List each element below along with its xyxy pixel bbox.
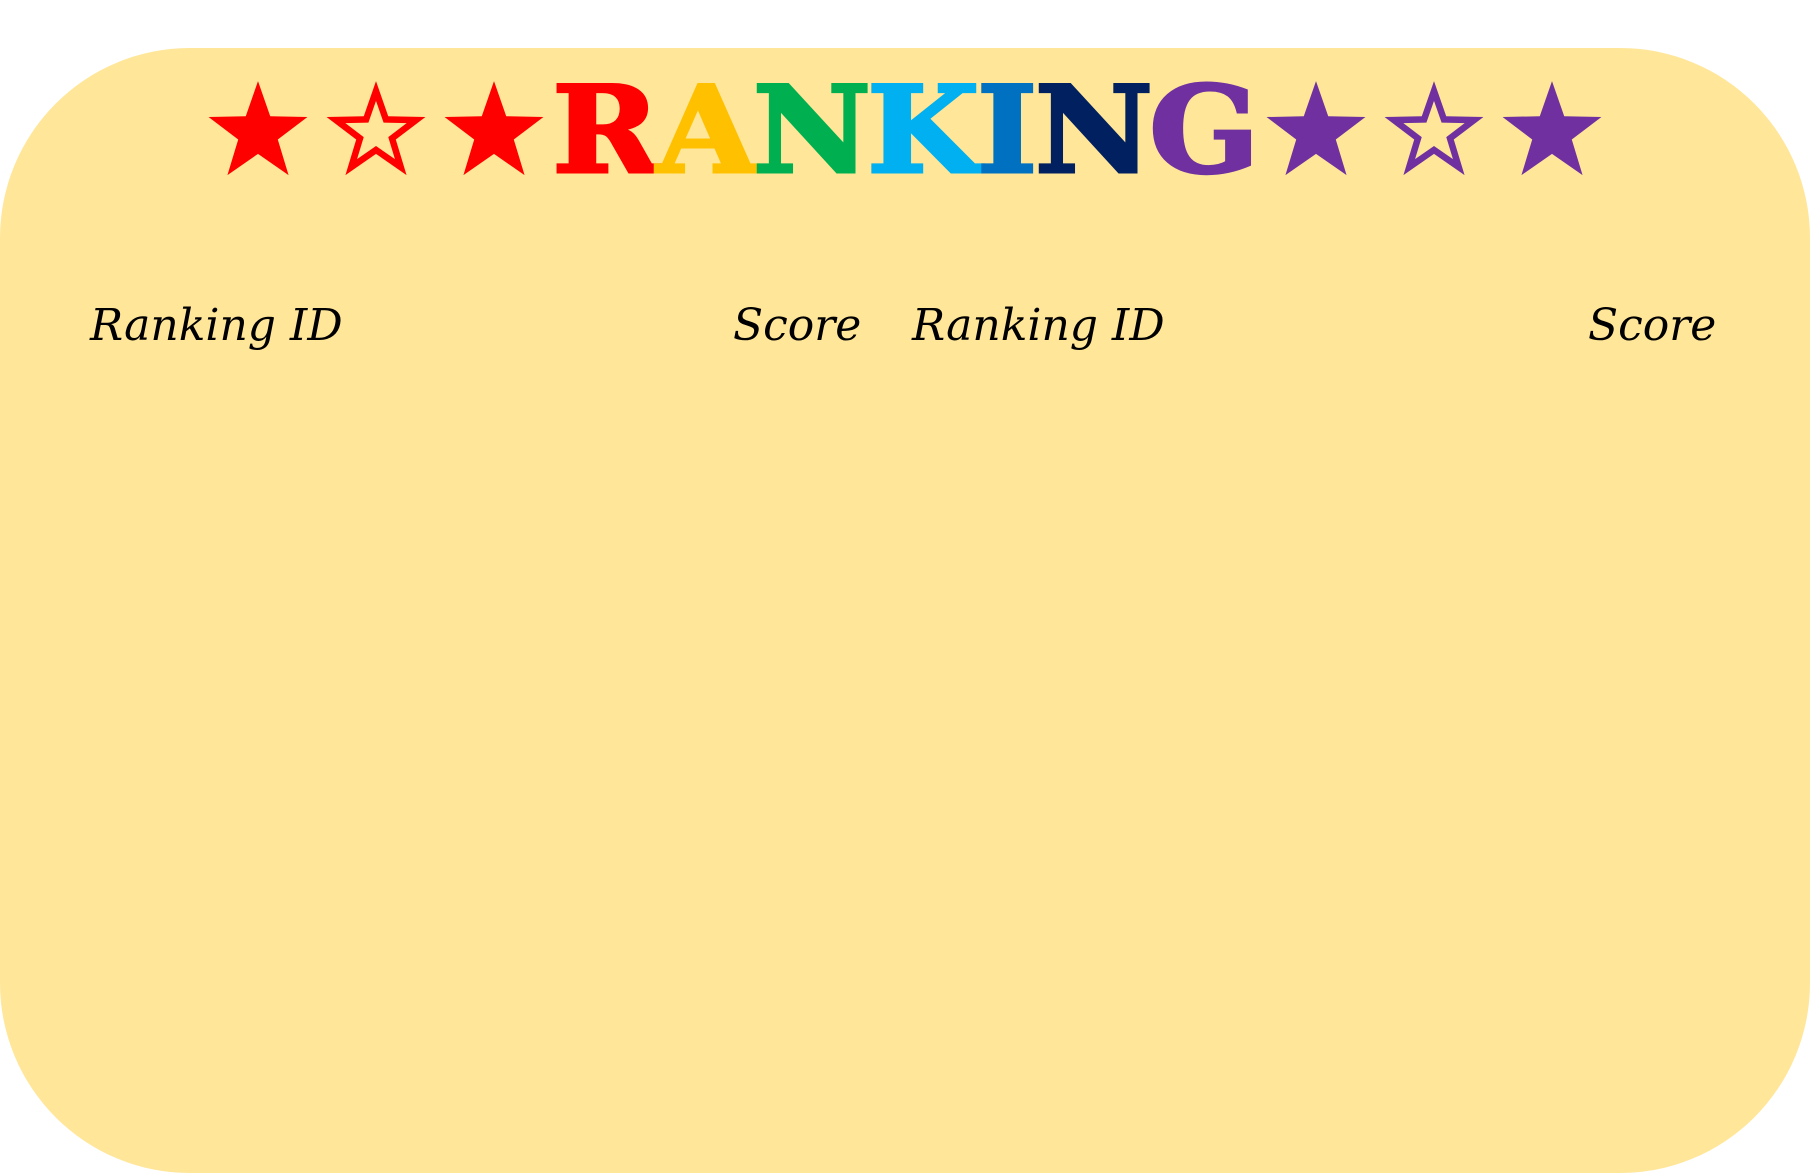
star-filled-icon (442, 79, 546, 183)
right-ranking-id-header: Ranking ID (912, 300, 1165, 351)
right-score-header: Score (1588, 300, 1717, 351)
title-letter: I (975, 60, 1039, 201)
star-filled-icon (206, 79, 310, 183)
title-letter: R (551, 60, 662, 201)
star-filled-icon (1264, 79, 1368, 183)
left-score-header: Score (733, 300, 862, 351)
title-letter: G (1147, 60, 1261, 201)
title-letter: N (1033, 60, 1155, 201)
star-filled-icon (1500, 79, 1604, 183)
ranking-board (0, 48, 1810, 1173)
star-outline-icon (324, 79, 428, 183)
title-letter: K (865, 60, 981, 201)
star-outline-icon (1382, 79, 1486, 183)
left-ranking-id-header: Ranking ID (90, 300, 343, 351)
title-letter: A (655, 60, 759, 201)
title-letter: N (751, 60, 873, 201)
ranking-title: R A N K I N G (0, 60, 1810, 201)
